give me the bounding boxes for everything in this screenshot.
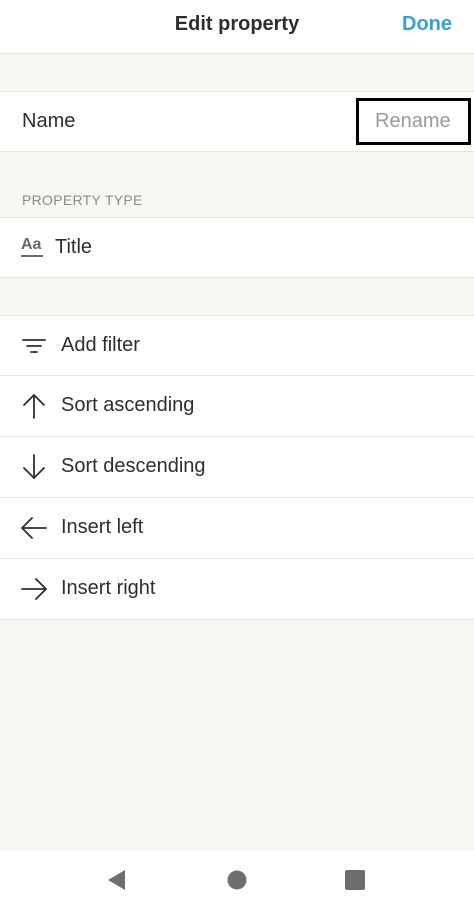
insert-right-label: Insert right xyxy=(61,577,156,599)
sort-ascending-row[interactable]: Sort ascending xyxy=(0,376,474,437)
text-aa-icon: Aa xyxy=(21,234,43,260)
recents-icon[interactable] xyxy=(343,868,367,892)
insert-left-label: Insert left xyxy=(61,516,144,538)
name-label: Name xyxy=(22,110,76,132)
arrow-up-icon xyxy=(23,394,45,419)
arrow-right-icon xyxy=(21,578,47,600)
add-filter-label: Add filter xyxy=(61,334,140,356)
property-type-row[interactable]: Aa Title xyxy=(0,217,474,278)
done-button[interactable]: Done xyxy=(402,13,452,36)
filter-icon xyxy=(22,339,46,353)
property-type-heading: PROPERTY TYPE xyxy=(22,192,143,208)
add-filter-row[interactable]: Add filter xyxy=(0,315,474,376)
top-bar: Edit property Done xyxy=(0,0,474,54)
insert-right-row[interactable]: Insert right xyxy=(0,559,474,620)
back-icon[interactable] xyxy=(105,868,129,892)
property-type-label: Title xyxy=(55,236,93,258)
home-icon[interactable] xyxy=(225,868,249,892)
sort-descending-row[interactable]: Sort descending xyxy=(0,437,474,498)
arrow-down-icon xyxy=(23,454,45,479)
insert-left-row[interactable]: Insert left xyxy=(0,498,474,559)
rename-field-container[interactable] xyxy=(356,98,471,145)
sort-ascending-label: Sort ascending xyxy=(61,394,195,416)
rename-input[interactable] xyxy=(359,101,468,142)
name-row: Name xyxy=(0,91,474,152)
system-nav-bar xyxy=(0,851,474,909)
sort-descending-label: Sort descending xyxy=(61,455,206,477)
arrow-left-icon xyxy=(21,517,47,539)
